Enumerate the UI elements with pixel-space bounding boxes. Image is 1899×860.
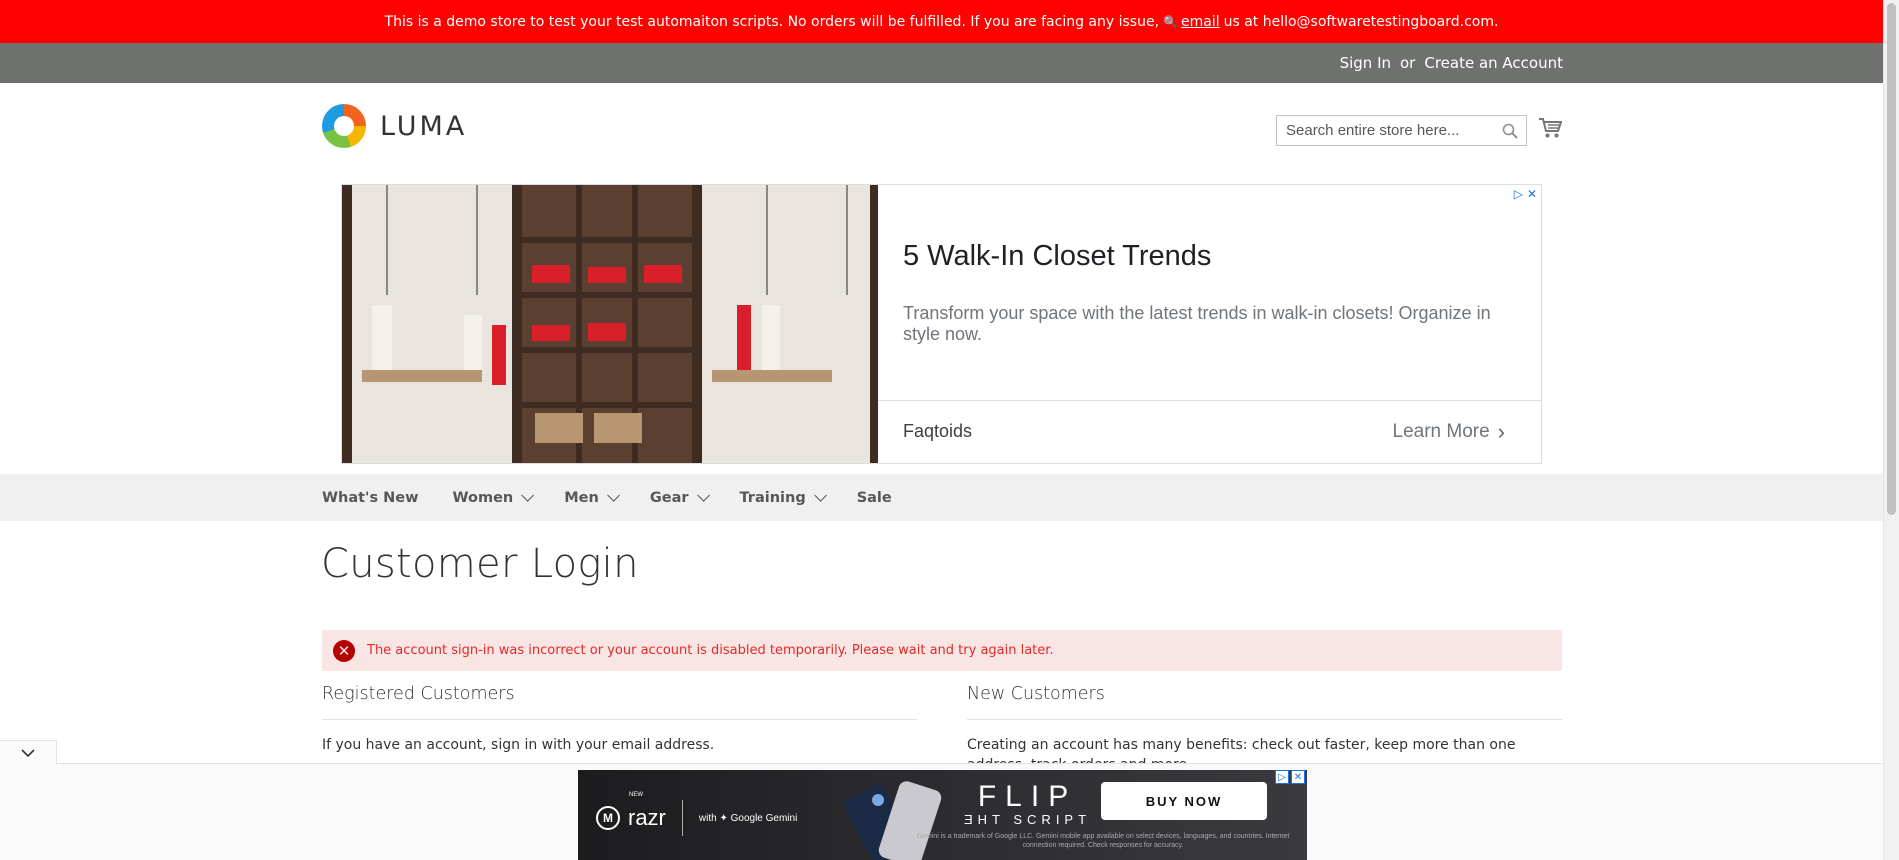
ad-footer[interactable]: Faqtoids Learn More › [878,401,1541,463]
nav-item-training[interactable]: Training [739,489,827,506]
flip-subline: ƎHT SCRIPT [964,812,1092,827]
nav-item-women[interactable]: Women [452,489,535,506]
sign-in-link[interactable]: Sign In [1340,54,1391,72]
nav-item-label: Men [564,489,599,506]
ad-cta-label: Learn More [1392,421,1490,442]
nav-item-gear[interactable]: Gear [649,489,710,506]
nav-item-label: Women [452,489,514,506]
nav-item-label: Training [739,489,806,506]
nav-item-whats-new[interactable]: What's New [322,490,419,506]
registered-customers-text: If you have an account, sign in with you… [322,737,715,753]
nav-item-label: Sale [856,489,892,506]
new-customers-title: New Customers [967,684,1105,704]
ad-title[interactable]: 5 Walk-In Closet Trends [903,240,1211,273]
registered-customers-title: Registered Customers [322,684,515,704]
chevron-down-icon [21,748,35,757]
ad-close-icon[interactable]: ✕ [1291,770,1305,784]
ad-body[interactable]: 5 Walk-In Closet Trends Transform your s… [878,185,1541,401]
luma-logo-icon [322,104,366,148]
ad-learn-more-button[interactable]: Learn More › [1393,419,1506,445]
brand-divider [681,800,683,836]
logo-text: LUMA [380,110,468,142]
sticky-ad-collapse-button[interactable] [0,740,57,764]
search-icon[interactable] [1502,123,1518,139]
scrollbar-thumb[interactable] [1887,3,1896,515]
display-ad[interactable]: ▷ ✕ 5 Walk-In Closet Trends Transform yo… [341,184,1542,464]
create-account-link[interactable]: Create an Account [1424,54,1563,72]
chevron-right-icon: › [1497,419,1505,444]
email-link[interactable]: email [1181,14,1220,30]
error-message: ✕ The account sign-in was incorrect or y… [322,630,1562,671]
new-label: NEW [629,792,643,798]
store-logo[interactable]: LUMA [322,104,467,148]
search-box [1276,115,1527,146]
demo-notice-bar: This is a demo store to test your test a… [0,0,1883,43]
nav-item-label: Gear [649,489,689,506]
demo-notice-text: This is a demo store to test your test a… [384,13,1160,30]
error-icon: ✕ [333,639,355,662]
chevron-down-icon [696,489,710,502]
error-text: The account sign-in was incorrect or you… [367,643,1054,658]
flip-text: FLIP [977,780,1078,813]
page-title: Customer Login [321,541,639,587]
page-scrollbar[interactable] [1883,0,1899,860]
chevron-down-icon [607,489,620,502]
magnifier-icon: 🔍 [1163,14,1178,29]
header-links: Sign In or Create an Account [1340,43,1563,83]
nav-items: What's New Women Men Gear Training Sale [322,474,926,521]
registered-divider [322,719,917,720]
ad-description[interactable]: Transform your space with the latest tre… [903,303,1513,345]
ad-choices-play-icon[interactable]: ▷ [1275,770,1289,784]
buy-now-button[interactable]: BUY NOW [1101,782,1267,820]
nav-item-sale[interactable]: Sale [857,490,892,506]
razr-brand-text: razr [628,805,666,830]
sticky-ad-choices[interactable]: ▷ ✕ [1275,770,1305,784]
search-input[interactable] [1277,116,1487,145]
ad-fine-print: Gemini is a trademark of Google LLC. Gem… [916,833,1290,849]
motorola-logo-icon: M [596,806,620,830]
nav-item-men[interactable]: Men [564,489,620,506]
razr-brand: M NEW razr with ✦ Google Gemini [596,792,798,836]
ad-advertiser[interactable]: Faqtoids [903,421,972,442]
chevron-down-icon [521,489,535,502]
or-separator: or [1400,54,1416,72]
cart-icon[interactable] [1538,117,1562,139]
closet-illustration [342,185,878,463]
demo-notice-suffix: us at hello@softwaretestingboard.com. [1223,13,1499,30]
flip-headline: FLIP ƎHT SCRIPT [964,780,1091,827]
main-nav: What's New Women Men Gear Training Sale [0,474,1883,521]
header-panel: Sign In or Create an Account [0,43,1883,83]
ad-image-closet[interactable] [342,185,878,463]
gemini-label: with ✦ Google Gemini [698,812,798,824]
sticky-banner-ad[interactable]: M NEW razr with ✦ Google Gemini FLIP ƎHT… [578,770,1307,860]
new-customers-divider [967,719,1562,720]
chevron-down-icon [813,489,827,502]
nav-item-label: What's New [322,489,419,506]
